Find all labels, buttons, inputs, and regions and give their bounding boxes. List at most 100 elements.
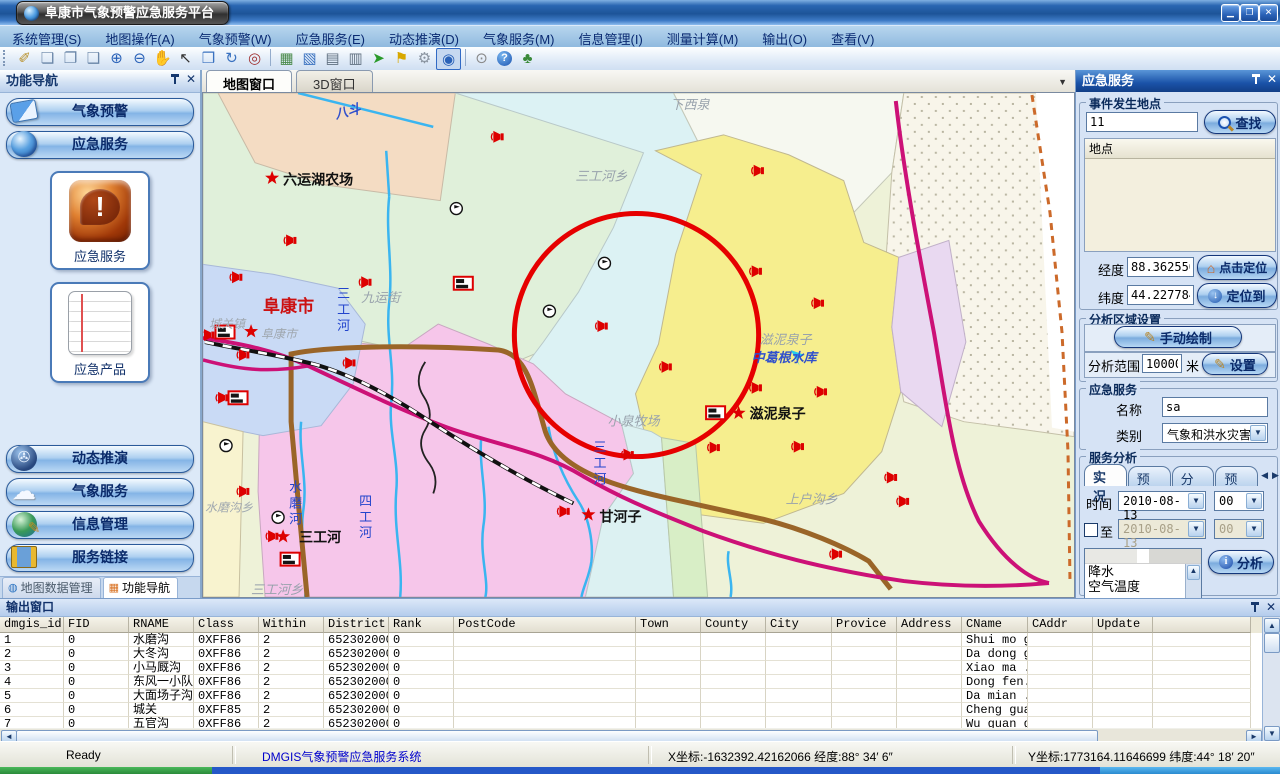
tab-scroll-right-icon[interactable]: ▶ (1270, 470, 1280, 481)
scroll-down-icon[interactable]: ▼ (1264, 726, 1280, 741)
identify-icon[interactable]: ◎ (243, 48, 266, 68)
map-canvas[interactable]: 八斗下西泉三工河乡六运湖农场九运街阜康市城关镇阜康市滋泥泉子中葛根水库滋泥泉子小… (202, 92, 1075, 598)
listbox-scrollbar[interactable]: ▲ (1185, 564, 1201, 599)
close-button[interactable]: ✕ (1259, 4, 1278, 22)
table-row[interactable]: 10水磨沟0XFF8626523020000Shui mo gou (0, 633, 1263, 647)
select-point-icon[interactable]: ❑ (82, 48, 105, 68)
combo-dropdown-icon[interactable]: ▼ (1250, 425, 1266, 441)
full-extent-icon[interactable]: ❒ (197, 48, 220, 68)
vscroll-thumb[interactable] (1264, 633, 1280, 653)
vertical-scrollbar[interactable]: ▲ ▼ (1262, 617, 1280, 742)
table-row[interactable]: 70五官沟0XFF8626523020000Wu guan gou (0, 717, 1263, 728)
close-icon[interactable]: ✕ (1267, 73, 1277, 85)
sidebar-group-clouds[interactable]: ☁气象服务 (6, 478, 194, 506)
tab-list-dropdown-icon[interactable]: ▼ (1058, 77, 1067, 87)
select-polygon-icon[interactable]: ❐ (59, 48, 82, 68)
locate-by-click-button[interactable]: ⌂ 点击定位 (1197, 255, 1277, 280)
list-item[interactable]: 降水 (1085, 564, 1201, 579)
range-set-button[interactable]: ✎ 设置 (1202, 353, 1268, 375)
pin-icon[interactable] (1251, 73, 1261, 85)
manual-draw-button[interactable]: ✎ 手动绘制 (1114, 326, 1242, 348)
refresh-icon[interactable]: ↻ (220, 48, 243, 68)
combo-dropdown-icon[interactable]: ▼ (1188, 521, 1204, 537)
table-row[interactable]: 20大冬沟0XFF8626523020000Da dong gou (0, 647, 1263, 661)
map-tab[interactable]: 3D窗口 (296, 70, 373, 93)
layers-icon[interactable]: ▦ (275, 48, 298, 68)
analysis-tab[interactable]: 预案 (1215, 466, 1258, 486)
zoom-out-icon[interactable]: ⊖ (128, 48, 151, 68)
analysis-range-input[interactable] (1142, 354, 1182, 373)
date-combobox[interactable]: 2010-08-13 ▼ (1118, 491, 1206, 511)
gis-globe-icon[interactable]: ◉ (436, 48, 461, 70)
toolbar-grip[interactable] (3, 50, 9, 66)
sidebar-group-globe-tools[interactable]: 信息管理 (6, 511, 194, 539)
analysis-tab[interactable]: 预报 (1128, 466, 1171, 486)
sidebar-group-link[interactable]: 服务链接 (6, 544, 194, 572)
location-list[interactable]: 地点 (1084, 138, 1276, 252)
combo-dropdown-icon[interactable]: ▼ (1188, 493, 1204, 509)
list-item[interactable]: 空气温度 (1085, 579, 1201, 594)
minimize-button[interactable]: ▁ (1221, 4, 1240, 22)
menu-item[interactable]: 地图操作(A) (93, 26, 186, 48)
help-icon[interactable]: ? (493, 48, 516, 68)
menu-item[interactable]: 测量计算(M) (655, 26, 751, 48)
scroll-up-icon[interactable]: ▲ (1187, 565, 1200, 580)
analyze-button[interactable]: i 分析 (1208, 550, 1274, 574)
combo-dropdown-icon[interactable]: ▼ (1246, 493, 1262, 509)
to-date-combobox[interactable]: 2010-08-13 ▼ (1118, 519, 1206, 539)
element-listbox[interactable]: 降水空气温度 ▲ (1084, 548, 1202, 600)
panel-tab-inactive[interactable]: ◍地图数据管理 (2, 577, 101, 598)
table-row[interactable]: 60城关0XFF8526523020000Cheng guan (0, 703, 1263, 717)
menu-item[interactable]: 气象预警(W) (187, 26, 284, 48)
menu-item[interactable]: 气象服务(M) (471, 26, 567, 48)
settings-icon[interactable]: ⚙ (413, 48, 436, 68)
scroll-up-icon[interactable]: ▲ (1264, 618, 1280, 633)
close-icon[interactable]: ✕ (1266, 601, 1276, 613)
menu-item[interactable]: 查看(V) (819, 26, 886, 48)
to-hour-combobox[interactable]: 00 ▼ (1214, 519, 1264, 539)
eye-icon[interactable]: ⊙ (470, 48, 493, 68)
analysis-tab[interactable]: 实况 (1084, 464, 1127, 486)
location-list-header[interactable]: 地点 (1085, 139, 1275, 159)
panel-tab-active[interactable]: ▦功能导航 (103, 577, 178, 598)
table-row[interactable]: 30小马厩沟0XFF8626523020000Xiao ma ... (0, 661, 1263, 675)
locate-to-button[interactable]: ↓ 定位到 (1197, 283, 1277, 308)
sidebar-group-film-reel[interactable]: ✇动态推演 (6, 445, 194, 473)
to-checkbox[interactable] (1084, 523, 1098, 537)
green-arrow-icon[interactable]: ➤ (367, 48, 390, 68)
pointer-icon[interactable]: ↖ (174, 48, 197, 68)
table-row[interactable]: 40东风一小队0XFF8626523020000Dong fen... (0, 675, 1263, 689)
print-icon[interactable]: ▤ (321, 48, 344, 68)
pin-icon[interactable] (1250, 601, 1260, 613)
table-row[interactable]: 50大面场子沟0XFF8626523020000Da mian ... (0, 689, 1263, 703)
hour-combobox[interactable]: 00 ▼ (1214, 491, 1264, 511)
close-icon[interactable]: ✕ (186, 73, 196, 85)
map-pin-icon[interactable]: ⚑ (390, 48, 413, 68)
restore-button[interactable]: ❐ (1240, 4, 1259, 22)
print-setup-icon[interactable]: ▥ (344, 48, 367, 68)
analysis-tab[interactable]: 分析 (1172, 466, 1215, 486)
zoom-in-icon[interactable]: ⊕ (105, 48, 128, 68)
sidebar-group-weather-card[interactable]: 气象预警 (6, 98, 194, 126)
menu-item[interactable]: 输出(O) (750, 26, 819, 48)
tab-scroll-left-icon[interactable]: ◀ (1259, 470, 1270, 481)
shortcut-alert-bubble-button[interactable]: !应急服务 (50, 171, 150, 270)
pin-icon[interactable] (170, 73, 180, 85)
latitude-input[interactable] (1127, 285, 1194, 305)
name-input[interactable] (1162, 397, 1268, 417)
shortcut-notepad-button[interactable]: 应急产品 (50, 282, 150, 383)
longitude-input[interactable] (1127, 257, 1194, 277)
menu-item[interactable]: 信息管理(I) (567, 26, 655, 48)
search-button[interactable]: 查找 (1204, 110, 1276, 134)
select-rect-icon[interactable]: ❏ (36, 48, 59, 68)
combo-dropdown-icon[interactable]: ▼ (1246, 521, 1262, 537)
pan-icon[interactable]: ✋ (151, 48, 174, 68)
menu-item[interactable]: 动态推演(D) (377, 26, 471, 48)
map-tab[interactable]: 地图窗口 (206, 70, 292, 94)
type-combobox[interactable]: 气象和洪水灾害 ▼ (1162, 423, 1268, 443)
location-search-input[interactable] (1086, 112, 1198, 132)
measure-icon[interactable]: ✐ (13, 48, 36, 68)
export-map-icon[interactable]: ▧ (298, 48, 321, 68)
sidebar-group-globe[interactable]: 应急服务 (6, 131, 194, 159)
menu-item[interactable]: 应急服务(E) (284, 26, 377, 48)
